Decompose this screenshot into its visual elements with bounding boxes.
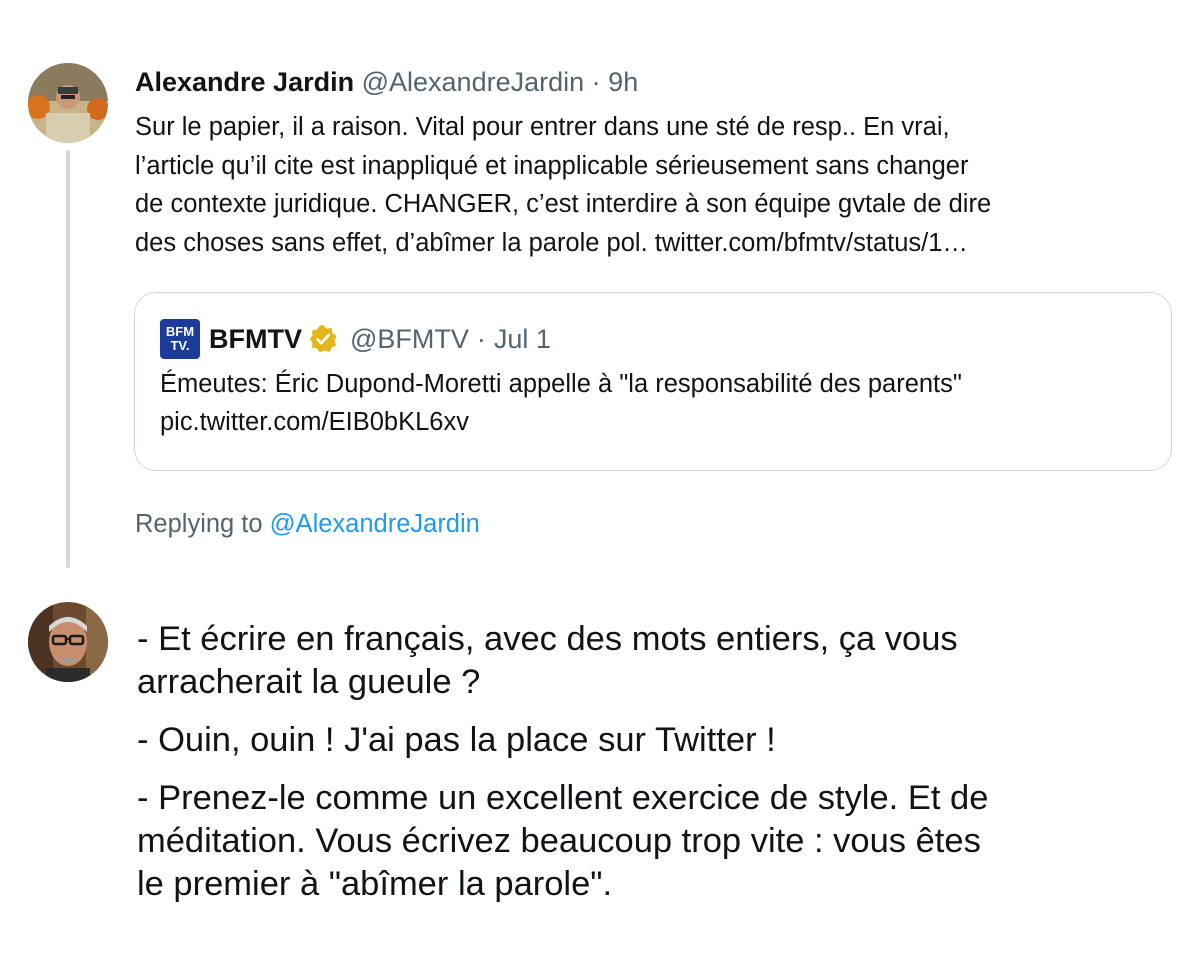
- quoted-text-line: Émeutes: Éric Dupond-Moretti appelle à "…: [160, 370, 962, 398]
- reply-text-line: - Et écrire en français, avec des mots e…: [137, 620, 958, 658]
- tweet-timestamp[interactable]: 9h: [608, 67, 638, 97]
- quoted-tweet-card[interactable]: BFM TV. BFMTV @BFMTV · Jul 1 Émeutes: Ér…: [134, 292, 1172, 471]
- reply-text-line: méditation. Vous écrivez beaucoup trop v…: [137, 822, 981, 860]
- replier-avatar[interactable]: [28, 602, 108, 682]
- tweet-text-line: des choses sans effet, d’abîmer la parol…: [135, 228, 968, 257]
- author-avatar[interactable]: [28, 63, 108, 143]
- quoted-author-handle[interactable]: @BFMTV: [350, 321, 469, 357]
- quoted-tweet-text: Émeutes: Éric Dupond-Moretti appelle à "…: [160, 365, 962, 441]
- separator-dot: ·: [476, 324, 486, 354]
- original-tweet-header: Alexandre Jardin @AlexandreJardin · 9h: [135, 64, 638, 100]
- reply-tweet-text: - Et écrire en français, avec des mots e…: [137, 618, 1177, 921]
- author-handle[interactable]: @AlexandreJardin: [362, 67, 585, 97]
- bfmtv-logo-avatar: BFM TV.: [160, 319, 200, 359]
- tweet-text-line: Sur le papier, il a raison. Vital pour e…: [135, 113, 950, 141]
- tweet-text-line: de contexte juridique. CHANGER, c’est in…: [135, 190, 992, 218]
- replying-to-label: Replying to @AlexandreJardin: [135, 506, 480, 542]
- replying-to-mention-link[interactable]: @AlexandreJardin: [270, 510, 480, 538]
- tweet-text-line: l’article qu’il cite est inappliqué et i…: [135, 151, 969, 180]
- reply-text-line: arracherait la gueule ?: [137, 663, 481, 701]
- author-name[interactable]: Alexandre Jardin: [135, 67, 354, 97]
- reply-paragraph: - Prenez-le comme un excellent exercice …: [137, 777, 1177, 906]
- quoted-tweet-header: BFM TV. BFMTV @BFMTV · Jul 1: [160, 319, 551, 359]
- reply-paragraph: - Et écrire en français, avec des mots e…: [137, 618, 1177, 704]
- gold-verified-badge-icon: [308, 324, 338, 354]
- original-tweet-text: Sur le papier, il a raison. Vital pour e…: [135, 108, 1165, 262]
- quoted-text-line: pic.twitter.com/EIB0bKL6xv: [160, 408, 469, 436]
- logo-text: BFM: [165, 324, 195, 339]
- reply-text-line: le premier à "abîmer la parole".: [137, 865, 613, 903]
- replying-to-prefix: Replying to: [135, 510, 263, 538]
- reply-text-line: - Ouin, ouin ! J'ai pas la place sur Twi…: [137, 721, 776, 759]
- logo-text: TV.: [170, 338, 190, 353]
- quoted-author-name[interactable]: BFMTV: [209, 321, 302, 357]
- reply-text-line: - Prenez-le comme un excellent exercice …: [137, 779, 989, 817]
- separator-dot: ·: [591, 67, 601, 97]
- thread-connector-line: [66, 150, 70, 568]
- reply-paragraph: - Ouin, ouin ! J'ai pas la place sur Twi…: [137, 719, 1177, 762]
- quoted-tweet-timestamp[interactable]: Jul 1: [494, 321, 551, 357]
